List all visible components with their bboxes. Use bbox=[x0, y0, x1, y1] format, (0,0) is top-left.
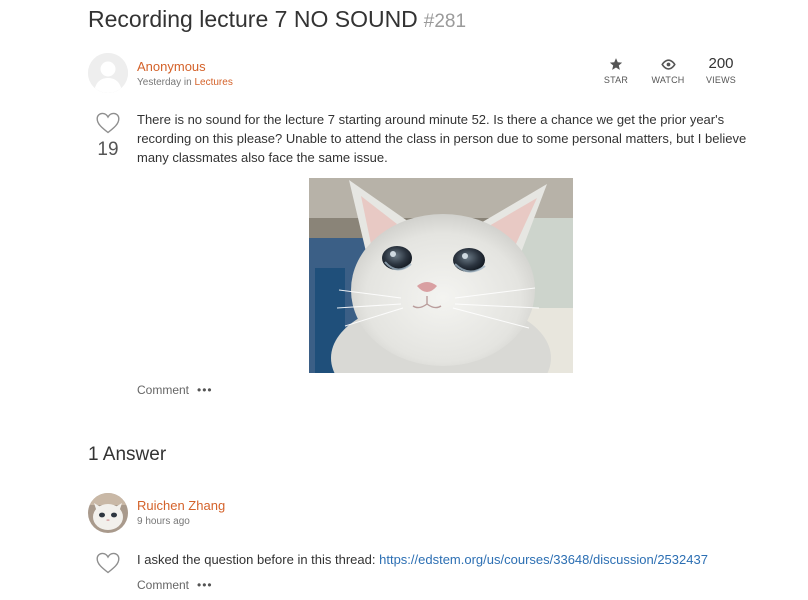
like-button[interactable] bbox=[95, 111, 121, 135]
answer-comment-button[interactable]: Comment bbox=[137, 578, 189, 592]
more-icon[interactable]: ••• bbox=[197, 383, 213, 397]
star-button[interactable]: STAR bbox=[596, 56, 636, 85]
crying-cat-image bbox=[309, 178, 573, 373]
views-count: 200 bbox=[708, 55, 734, 72]
heart-icon bbox=[96, 112, 120, 134]
answer-time: 9 hours ago bbox=[137, 516, 190, 527]
heart-icon bbox=[96, 552, 120, 574]
anonymous-avatar bbox=[88, 53, 128, 93]
post-comment-button[interactable]: Comment bbox=[137, 383, 189, 397]
answer-text: I asked the question before in this thre… bbox=[137, 552, 380, 567]
post-author[interactable]: Anonymous bbox=[137, 59, 206, 74]
post-in-word: in bbox=[183, 77, 192, 88]
post-comment-row: Comment ••• bbox=[137, 383, 213, 397]
post-category-link[interactable]: Lectures bbox=[194, 77, 232, 88]
watch-label: WATCH bbox=[651, 75, 685, 85]
thread-title: Recording lecture 7 NO SOUND #281 bbox=[88, 6, 466, 33]
answer-body: I asked the question before in this thre… bbox=[137, 552, 708, 567]
views-stat: 200 VIEWS bbox=[701, 55, 741, 86]
ruichen-avatar bbox=[88, 493, 128, 533]
more-icon[interactable]: ••• bbox=[197, 578, 213, 592]
star-icon bbox=[596, 56, 636, 72]
answer-like-button[interactable] bbox=[95, 551, 121, 575]
like-count: 19 bbox=[97, 139, 119, 160]
thread-number: #281 bbox=[423, 11, 467, 32]
post-meta: Yesterday in Lectures bbox=[137, 77, 233, 88]
answer-link[interactable]: https://edstem.org/us/courses/33648/disc… bbox=[379, 552, 708, 567]
answers-heading: 1 Answer bbox=[88, 444, 167, 465]
post-body: There is no sound for the lecture 7 star… bbox=[137, 112, 747, 165]
eye-icon bbox=[648, 56, 688, 72]
thread-title-text: Recording lecture 7 NO SOUND bbox=[88, 6, 418, 32]
post-time: Yesterday bbox=[137, 77, 182, 88]
views-label: VIEWS bbox=[705, 75, 736, 85]
answer-comment-row: Comment ••• bbox=[137, 578, 213, 592]
watch-button[interactable]: WATCH bbox=[648, 56, 688, 85]
star-label: STAR bbox=[603, 75, 629, 85]
answer-author[interactable]: Ruichen Zhang bbox=[137, 498, 225, 513]
